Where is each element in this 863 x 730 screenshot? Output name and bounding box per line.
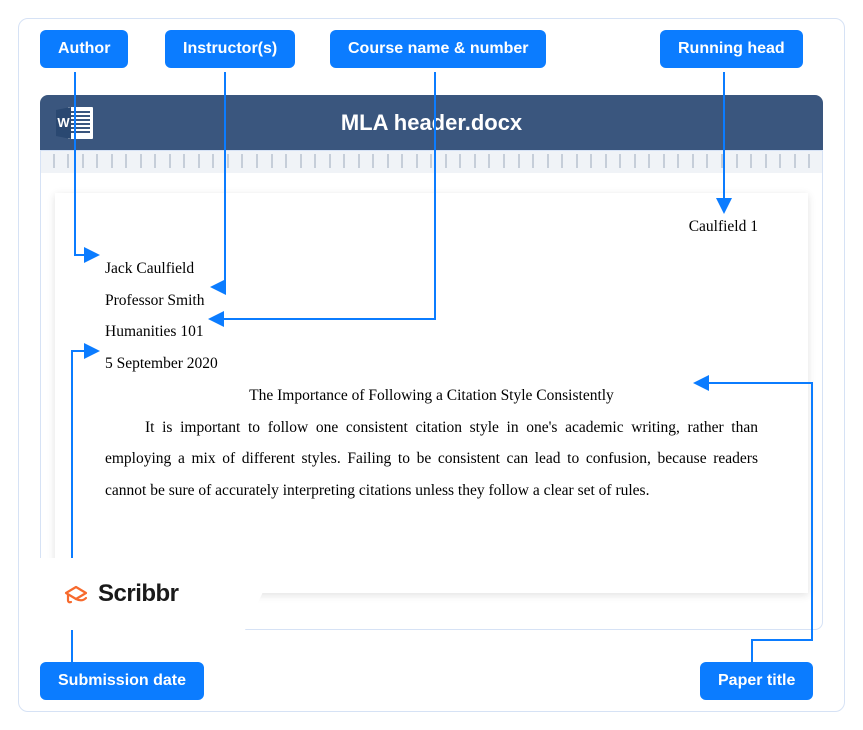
instructor-line: Professor Smith (105, 285, 758, 317)
document-page: Caulfield 1 Jack Caulfield Professor Smi… (55, 193, 808, 593)
scribbr-brand-text: Scribbr (98, 580, 179, 608)
scribbr-logo: Scribbr (40, 558, 245, 630)
label-paper-title: Paper title (700, 662, 813, 700)
label-running-head: Running head (660, 30, 803, 68)
word-app-header: W MLA header.docx (40, 95, 823, 150)
label-submission-date: Submission date (40, 662, 204, 700)
svg-text:W: W (57, 115, 70, 130)
author-line: Jack Caulfield (105, 253, 758, 285)
label-instructor: Instructor(s) (165, 30, 295, 68)
document-filename: MLA header.docx (40, 110, 823, 136)
paper-title: The Importance of Following a Citation S… (105, 380, 758, 412)
body-paragraph: It is important to follow one consistent… (105, 412, 758, 507)
word-icon: W (56, 106, 94, 140)
running-head: Caulfield 1 (105, 211, 758, 243)
course-line: Humanities 101 (105, 316, 758, 348)
scribbr-icon (62, 580, 90, 608)
label-author: Author (40, 30, 128, 68)
label-course: Course name & number (330, 30, 546, 68)
date-line: 5 September 2020 (105, 348, 758, 380)
